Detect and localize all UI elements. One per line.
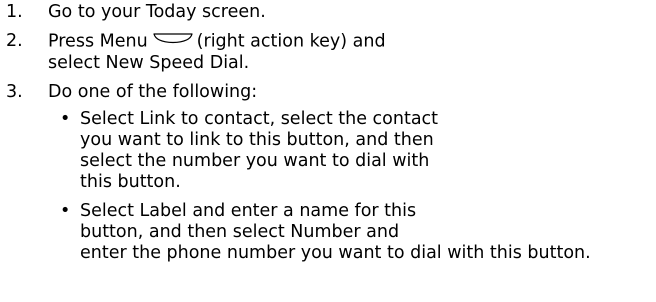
- step-number: 1.: [6, 2, 23, 22]
- step-2: 2. Press Menu (right action key) and sele…: [0, 31, 656, 74]
- step-text-after-icon: (right action key) and: [196, 31, 386, 52]
- step-text-line: Press Menu (right action key) and: [48, 31, 656, 53]
- option-text-line: select the number you want to dial with: [80, 150, 430, 171]
- step-text: Do one of the following:: [48, 81, 258, 102]
- step-text: Go to your Today screen.: [48, 2, 266, 22]
- bullet-icon: •: [60, 108, 71, 129]
- option-label: • Select Label and enter a name for this…: [48, 201, 656, 264]
- option-list: • Select Link to contact, select the con…: [48, 109, 656, 264]
- step-1: 1. Go to your Today screen.: [0, 2, 656, 23]
- step-number: 3.: [6, 81, 23, 102]
- option-text-line: this button.: [80, 171, 181, 192]
- bullet-icon: •: [60, 200, 71, 221]
- option-text-line: Select Label and enter a name for this: [80, 200, 417, 221]
- step-text-before-icon: Press Menu: [48, 31, 148, 52]
- option-text-line: enter the phone number you want to dial …: [80, 242, 591, 263]
- option-text-line: you want to link to this button, and the…: [80, 129, 434, 150]
- instructions-document: 1. Go to your Today screen. 2. Press Men…: [0, 0, 656, 302]
- option-link-to-contact: • Select Link to contact, select the con…: [48, 109, 656, 193]
- option-text-line: button, and then select Number and: [80, 221, 400, 242]
- step-3: 3. Do one of the following: • Select Lin…: [0, 82, 656, 264]
- right-action-key-icon: [153, 29, 193, 50]
- step-number: 2.: [6, 31, 23, 51]
- step-text-line: select New Speed Dial.: [48, 52, 250, 73]
- option-text-line: Select Link to contact, select the conta…: [80, 108, 439, 129]
